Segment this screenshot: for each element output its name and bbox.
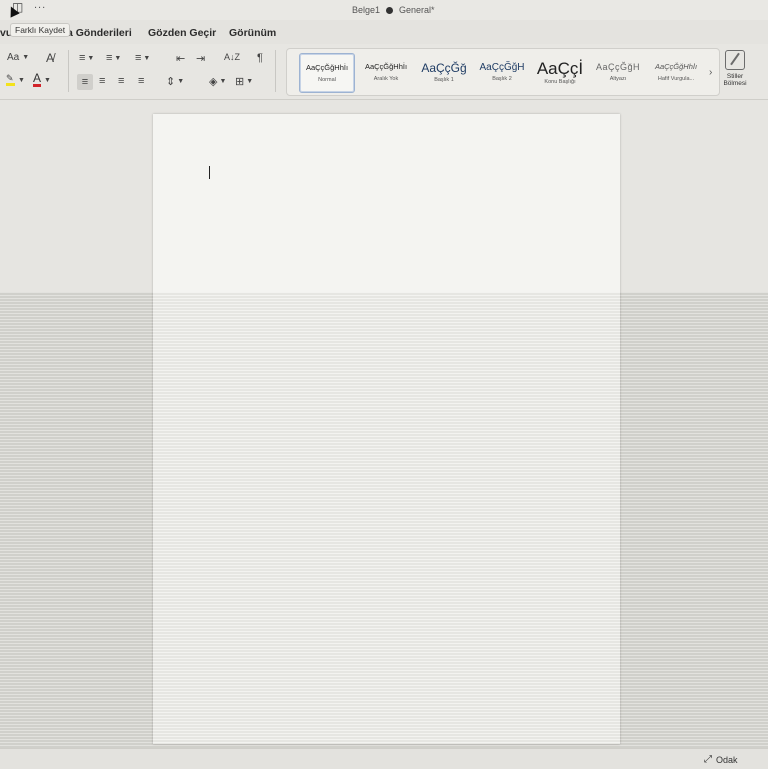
borders-icon: ⊞ xyxy=(235,76,245,88)
chevron-down-icon: ▼ xyxy=(114,54,122,62)
numbered-list-icon: ≡ xyxy=(106,52,113,64)
sort-button[interactable]: A↓Z xyxy=(224,52,240,62)
justify-icon[interactable]: ≡ xyxy=(138,75,144,87)
bullet-list-icon: ≡ xyxy=(79,52,86,64)
styles-pane-icon xyxy=(725,50,745,70)
tab-view[interactable]: Görünüm xyxy=(229,27,276,39)
style-sample: AaÇçİ xyxy=(536,58,584,78)
style-subtitle[interactable]: AaÇçĞğH Altyazı xyxy=(591,53,645,91)
style-normal[interactable]: AaÇçĞğHhİı Normal xyxy=(299,53,355,93)
style-title[interactable]: AaÇçİ Konu Başlığı xyxy=(533,53,587,91)
style-heading-2[interactable]: AaÇçĞğH Başlık 2 xyxy=(475,53,529,91)
chevron-down-icon: ▼ xyxy=(22,54,30,61)
change-case-label: Aa xyxy=(7,52,20,63)
line-spacing-icon: ⇕ xyxy=(166,76,176,88)
style-name: Altyazı xyxy=(609,76,627,82)
window-title: Belge1 General* xyxy=(352,5,435,15)
focus-mode-button[interactable]: ⤢ Odak xyxy=(704,754,738,765)
paint-bucket-icon: ◈ xyxy=(209,76,218,88)
multilevel-list-button[interactable]: ≡ ▼ xyxy=(135,52,150,64)
clear-formatting-icon[interactable]: A̸ xyxy=(46,51,54,65)
highlight-button[interactable]: ✎ ▼ xyxy=(6,74,25,86)
style-subtle-emphasis[interactable]: AaÇçĞğHhİı Hafif Vurgula... xyxy=(649,53,703,91)
tab-mailings[interactable]: a Gönderileri xyxy=(67,27,132,39)
increase-indent-icon[interactable]: ⇥ xyxy=(196,52,205,65)
style-name: Normal xyxy=(318,77,336,83)
title-bar: ◫ ... Belge1 General* xyxy=(0,0,768,20)
style-no-spacing[interactable]: AaÇçĞğHhİı Aralık Yok xyxy=(359,53,413,91)
chevron-right-icon[interactable]: › xyxy=(709,67,712,78)
chevron-down-icon: ▼ xyxy=(143,54,151,62)
style-heading-1[interactable]: AaÇçĞğ Başlık 1 xyxy=(417,53,471,91)
style-name: Aralık Yok xyxy=(373,76,399,82)
style-sample: AaÇçĞğHhİı xyxy=(305,63,349,72)
tab-review[interactable]: Gözden Geçir xyxy=(148,27,216,39)
font-color-icon: A xyxy=(33,71,42,87)
divider xyxy=(68,50,69,92)
align-center-icon[interactable]: ≡ xyxy=(99,75,105,87)
style-name: Konu Başlığı xyxy=(544,78,576,85)
tooltip: Farklı Kaydet xyxy=(10,23,71,37)
show-formatting-button[interactable]: ¶ xyxy=(257,52,263,64)
styles-gallery: AaÇçĞğHhİı Normal AaÇçĞğHhİı Aralık Yok … xyxy=(286,48,720,96)
style-sample: AaÇçĞğ xyxy=(421,61,467,75)
document-page[interactable] xyxy=(153,114,620,744)
multilevel-list-icon: ≡ xyxy=(135,52,142,64)
align-right-icon[interactable]: ≡ xyxy=(118,75,124,87)
style-sample: AaÇçĞğH xyxy=(595,62,640,72)
chevron-down-icon: ▼ xyxy=(177,78,185,85)
style-sample: AaÇçĞğH xyxy=(479,62,525,73)
chevron-down-icon: ▼ xyxy=(44,76,51,84)
ribbon: Aa ▼ A̸ ✎ ▼ A ▼ ≡ ▼ ≡ ▼ ≡ ▼ ⇤ ⇥ A↓Z ¶ ≡ ≡ ≡… xyxy=(0,44,768,100)
sensitivity-dot-icon xyxy=(386,6,394,14)
more-commands-icon[interactable]: ... xyxy=(34,0,46,11)
screen-moire xyxy=(153,292,620,744)
style-name: Başlık 2 xyxy=(492,76,512,82)
font-color-button[interactable]: A ▼ xyxy=(33,71,51,87)
chevron-down-icon: ▼ xyxy=(87,54,95,62)
status-bar: ⤢ Odak xyxy=(0,748,768,769)
style-name: Hafif Vurgula... xyxy=(657,76,695,82)
change-case-button[interactable]: Aa ▼ xyxy=(7,52,29,63)
styles-pane-button[interactable]: Stiller Bölmesi xyxy=(720,50,750,98)
ribbon-tabs: vur a Gönderileri Gözden Geçir Görünüm xyxy=(0,22,768,42)
divider xyxy=(275,50,276,92)
decrease-indent-icon[interactable]: ⇤ xyxy=(176,52,185,65)
styles-pane-label: Stiller Bölmesi xyxy=(723,73,747,87)
chevron-down-icon: ▼ xyxy=(246,78,254,85)
sensitivity-label[interactable]: General* xyxy=(399,5,435,15)
text-caret xyxy=(209,166,210,179)
focus-icon: ⤢ xyxy=(704,754,712,765)
highlighter-icon: ✎ xyxy=(6,74,15,86)
document-title: Belge1 xyxy=(352,5,381,15)
chevron-down-icon: ▼ xyxy=(219,78,227,85)
style-name: Başlık 1 xyxy=(434,77,454,83)
numbering-button[interactable]: ≡ ▼ xyxy=(106,52,121,64)
line-spacing-button[interactable]: ⇕ ▼ xyxy=(166,75,184,88)
style-sample: AaÇçĞğHhİı xyxy=(364,62,408,71)
borders-button[interactable]: ⊞ ▼ xyxy=(235,75,253,88)
align-left-icon[interactable]: ≡ xyxy=(77,74,93,90)
bullets-button[interactable]: ≡ ▼ xyxy=(79,52,94,64)
style-sample: AaÇçĞğHhİı xyxy=(654,62,698,71)
shading-button[interactable]: ◈ ▼ xyxy=(209,75,226,88)
focus-label: Odak xyxy=(716,754,738,765)
chevron-down-icon: ▼ xyxy=(18,76,25,84)
